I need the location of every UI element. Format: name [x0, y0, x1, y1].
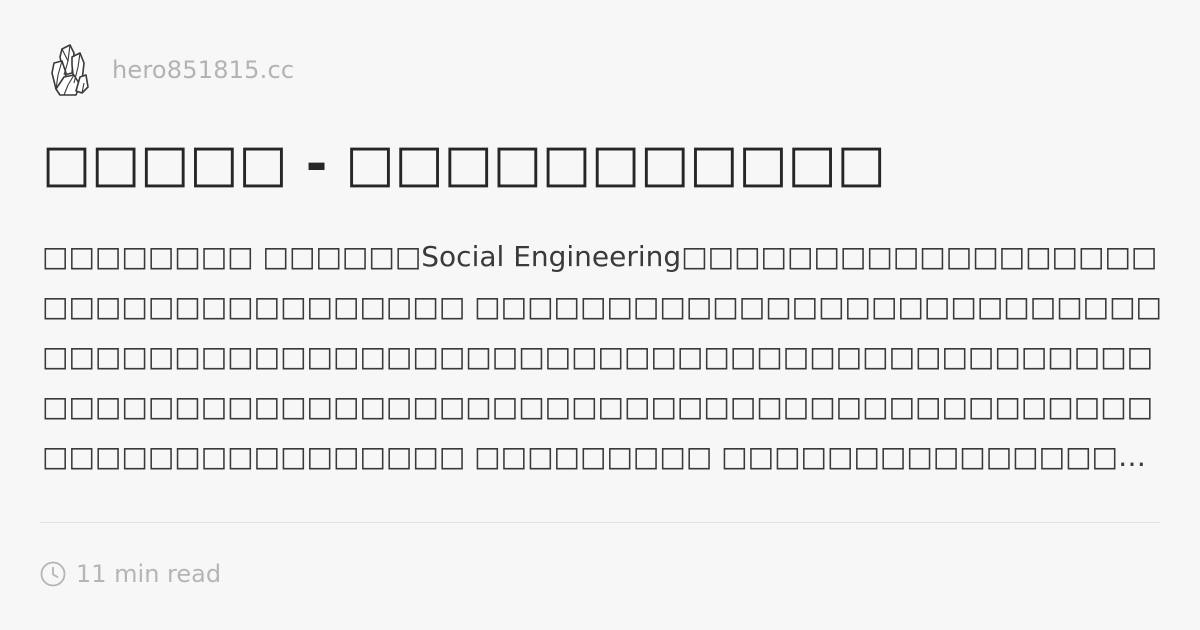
clock-icon: [40, 561, 66, 587]
crystal-logo-icon: [51, 44, 89, 96]
divider: [40, 522, 1160, 523]
article-excerpt: □□□□□□□□ □□□□□□Social Engineering□□□□□□□…: [42, 240, 1162, 473]
share-card: hero851815.cc □□□□□ - □□□□□□□□□□□ □□□□□□…: [0, 0, 1200, 630]
site-header[interactable]: hero851815.cc: [48, 40, 294, 100]
article-meta: 11 min read: [40, 556, 221, 592]
site-name[interactable]: hero851815.cc: [112, 56, 294, 84]
article-title: □□□□□ - □□□□□□□□□□□: [42, 134, 886, 194]
read-time: 11 min read: [76, 560, 222, 588]
